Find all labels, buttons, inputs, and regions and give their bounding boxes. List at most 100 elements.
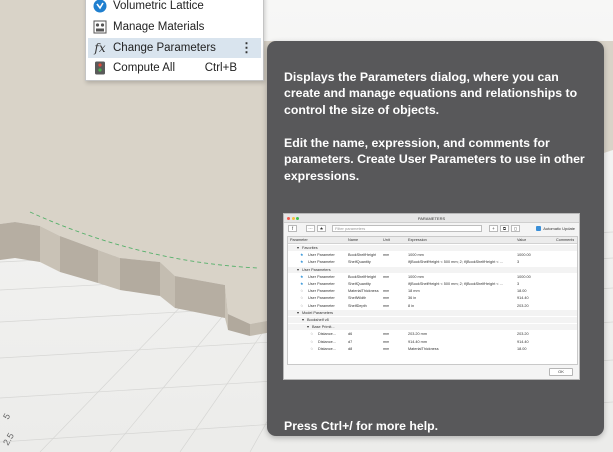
cell-param: Distance...	[318, 346, 336, 351]
add-icon: +	[489, 225, 498, 232]
manage-materials-icon	[93, 20, 107, 34]
cell-param: User Parameter	[308, 296, 335, 301]
context-menu: Volumetric Lattice Manage Materials fx C…	[85, 0, 264, 81]
cell-name: ShelfDepth	[348, 303, 367, 308]
table-row: ☆ User Parameter MaterialThickness mm 18 mm 1…	[288, 288, 577, 294]
favorite-star-icon: ☆	[310, 332, 314, 337]
cell-name: d7	[348, 339, 353, 344]
table-row: ★ User Parameter ShelfQuantity if(BookShelf…	[288, 281, 577, 287]
table-row: ☆ Distance... d6 mm 203.20 mm 203.20	[288, 331, 577, 337]
group-label: Model Parameters	[302, 310, 334, 315]
column-header: Expression	[408, 238, 427, 242]
more-options-icon[interactable]: ⋮	[240, 41, 253, 55]
cell-param: User Parameter	[308, 289, 335, 294]
window-controls-icon	[287, 217, 299, 220]
parameters-table: Parameter Name Unit Expression Value Comments…	[287, 236, 578, 365]
gear-tooth-side	[120, 258, 160, 296]
star-filter-icon: ★	[317, 225, 326, 232]
cell-param: User Parameter	[308, 260, 335, 265]
cell-expr: 1000 mm	[408, 274, 424, 279]
cell-value: 1000.00	[517, 253, 531, 258]
table-row: ☆ Distance... d7 mm 914.40 mm 914.40	[288, 339, 577, 345]
cell-expr: 203.20 mm	[408, 332, 427, 337]
tooltip-details: Edit the name, expression, and comments …	[284, 136, 585, 183]
cell-expr: if(BookShelfHeight < 500 mm; 2; if(BookS…	[408, 282, 503, 286]
fx-icon: f	[288, 225, 297, 232]
menu-item-manage-materials[interactable]: Manage Materials	[88, 17, 261, 37]
menu-item-compute-all[interactable]: Compute All Ctrl+B	[88, 58, 261, 78]
cell-value: 203.20	[517, 303, 529, 308]
cell-expr: 914.40 mm	[408, 339, 427, 344]
tooltip-description: Displays the Parameters dialog, where yo…	[284, 70, 578, 117]
cell-value: 18.00	[517, 346, 527, 351]
expand-chevron-icon: ▾	[307, 325, 309, 330]
cell-name: BookShelfHeight	[348, 253, 377, 258]
cell-name: ShelfWidth	[348, 296, 367, 301]
menu-item-label: Compute All	[113, 62, 176, 74]
favorite-star-icon: ★	[300, 253, 304, 258]
cell-value: 3	[517, 260, 520, 265]
automatic-update-label: Automatic Update	[543, 226, 575, 231]
compute-all-icon	[93, 61, 107, 75]
cell-value: 914.40	[517, 296, 529, 301]
group-label: User Parameters	[302, 267, 331, 272]
ok-button: OK	[549, 368, 573, 376]
cell-unit: mm	[383, 274, 390, 279]
tooltip-panel: Displays the Parameters dialog, where yo…	[267, 41, 604, 436]
favorite-star-icon: ☆	[300, 296, 304, 301]
group-label: Base Primit...	[312, 325, 335, 330]
table-group-row: ▾ Base Primit...	[288, 324, 577, 331]
cell-param: Distance...	[318, 339, 336, 344]
parameters-dialog-preview: PARAMETERS f ⋯ ★ Filter parameters + ⧉ ▯…	[283, 213, 580, 380]
volumetric-lattice-icon	[93, 0, 107, 13]
table-row: ★ User Parameter BookShelfHeight mm 1000 mm 1…	[288, 252, 577, 258]
cell-name: d6	[348, 332, 353, 337]
menu-item-volumetric-lattice[interactable]: Volumetric Lattice	[88, 0, 261, 16]
table-row: ☆ Distance... d8 mm MaterialThickness 18.00	[288, 346, 577, 352]
cell-param: User Parameter	[308, 274, 335, 279]
cell-value: 3	[517, 282, 520, 286]
copy-icon: ⧉	[500, 225, 509, 232]
automatic-update-toggle: Automatic Update	[536, 225, 575, 232]
menu-item-label: Change Parameters	[113, 42, 216, 54]
cell-unit: mm	[383, 296, 390, 301]
favorite-star-icon: ★	[300, 274, 304, 279]
cell-value: 1000.00	[517, 274, 531, 279]
menu-item-label: Volumetric Lattice	[113, 0, 204, 12]
table-group-row: ▾ Bookshelf v8	[288, 317, 577, 323]
cell-name: ShelfQuantity	[348, 260, 371, 265]
gear-tooth-side	[0, 222, 15, 260]
cell-value: 914.40	[517, 339, 529, 344]
expand-chevron-icon: ▾	[297, 246, 299, 250]
fx-icon: fx	[94, 41, 106, 55]
favorite-star-icon: ★	[300, 282, 304, 286]
cell-param: User Parameter	[308, 303, 335, 308]
delete-icon: ▯	[511, 225, 520, 232]
dialog-titlebar: PARAMETERS	[284, 214, 579, 223]
expand-chevron-icon: ▾	[302, 318, 304, 322]
table-header: Parameter Name Unit Expression Value Comments	[288, 237, 577, 244]
favorite-star-icon: ☆	[310, 339, 314, 344]
favorite-star-icon: ☆	[300, 303, 304, 308]
favorite-star-icon: ☆	[310, 346, 314, 351]
filter-input: Filter parameters	[332, 225, 482, 232]
table-row: ★ User Parameter BookShelfHeight mm 1000 mm 1…	[288, 274, 577, 280]
cell-name: BookShelfHeight	[348, 274, 377, 279]
cell-unit: mm	[383, 253, 390, 258]
favorite-star-icon: ★	[300, 260, 304, 265]
group-label: Bookshelf v8	[307, 318, 329, 322]
column-header: Comments	[556, 238, 575, 242]
cell-name: d8	[348, 346, 353, 351]
table-group-row: ▾ User Parameters	[288, 266, 577, 273]
column-header: Value	[517, 238, 527, 242]
cell-unit: mm	[383, 346, 390, 351]
column-header: Parameter	[290, 238, 308, 242]
cell-name: MaterialThickness	[348, 289, 379, 294]
cell-expr: MaterialThickness	[408, 346, 439, 351]
cell-expr: 36 in	[408, 296, 417, 301]
table-row: ★ User Parameter ShelfQuantity if(BookShelf…	[288, 259, 577, 265]
expand-chevron-icon: ▾	[297, 267, 299, 272]
menu-item-change-parameters[interactable]: fx Change Parameters ⋮	[88, 38, 261, 58]
dialog-title: PARAMETERS	[417, 216, 446, 221]
dialog-toolbar: f ⋯ ★ Filter parameters + ⧉ ▯ Automatic …	[284, 223, 579, 234]
